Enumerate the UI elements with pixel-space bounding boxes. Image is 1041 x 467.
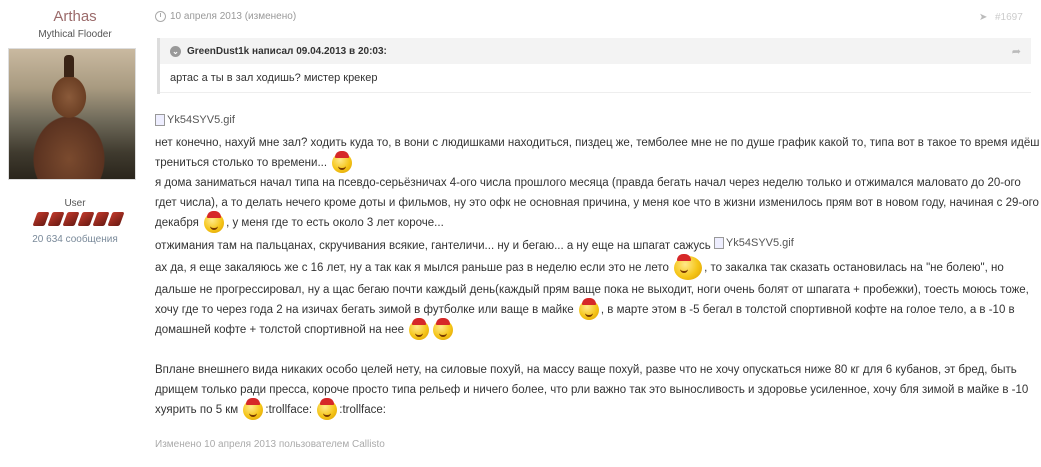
author-post-count[interactable]: 20 634 сообщения bbox=[0, 234, 150, 245]
post-line: дрищем только ради пресса, короче просто… bbox=[155, 384, 1029, 397]
jump-to-post-icon[interactable]: ➦ bbox=[1012, 45, 1021, 58]
broken-image-alt: Yk54SYV5.gif bbox=[725, 237, 794, 250]
edit-note: Изменено 10 апреля 2013 пользователем Ca… bbox=[155, 439, 385, 450]
author-name[interactable]: Arthas bbox=[0, 8, 150, 25]
post-line: Вплане внешнего вида никаких особо целей… bbox=[155, 364, 1017, 377]
quote-header: ⌄ GreenDust1k написал 09.04.2013 в 20:03… bbox=[160, 38, 1031, 64]
broken-image: Yk54SYV5.gif bbox=[713, 233, 794, 253]
broken-image-alt: Yk54SYV5.gif bbox=[167, 114, 235, 126]
share-icon[interactable]: ➤ bbox=[979, 12, 987, 23]
post-line: хуярить по 5 км bbox=[155, 404, 239, 417]
post-date-text: 10 апреля 2013 (изменено) bbox=[170, 11, 297, 22]
smiley-icon bbox=[674, 254, 703, 281]
quote-body: артас а ты в зал ходишь? мистер крекер bbox=[160, 64, 1031, 93]
post-content: Yk54SYV5.gif нет конечно, нахуй мне зал?… bbox=[155, 110, 1040, 421]
post-line: , в марте этом в -5 бегал в толстой спор… bbox=[600, 304, 1015, 317]
collapse-icon[interactable]: ⌄ bbox=[170, 45, 181, 57]
quote-citation: GreenDust1k написал 09.04.2013 в 20:03: bbox=[187, 45, 387, 57]
smiley-icon bbox=[204, 211, 225, 234]
post-line: :trollface: bbox=[265, 404, 313, 417]
post-line: декабря bbox=[155, 217, 199, 230]
post-line: хочу где то через года 2 на изичах бегат… bbox=[155, 304, 574, 317]
quote-block: ⌄ GreenDust1k написал 09.04.2013 в 20:03… bbox=[157, 38, 1031, 94]
post-line: , то закалка так сказать остановилась на… bbox=[704, 262, 1004, 275]
clock-icon bbox=[155, 11, 166, 22]
author-avatar[interactable] bbox=[8, 48, 136, 180]
trollface-icon bbox=[317, 398, 338, 421]
post-line: трениться столько то времени... bbox=[155, 157, 328, 170]
broken-image-icon bbox=[713, 237, 724, 250]
author-title: Mythical Flooder bbox=[38, 29, 112, 40]
rank-pips bbox=[28, 212, 128, 230]
post-line: :trollface: bbox=[339, 404, 386, 417]
post-number[interactable]: #1697 bbox=[995, 12, 1023, 23]
post-date[interactable]: 10 апреля 2013 (изменено) bbox=[155, 11, 296, 22]
trollface-icon bbox=[243, 398, 264, 421]
post-line: дальше не прогрессировал, ну а щас бегаю… bbox=[155, 284, 1029, 297]
smiley-icon bbox=[332, 151, 353, 173]
smiley-icon bbox=[433, 318, 454, 341]
post-line: нет конечно, нахуй мне зал? ходить куда … bbox=[155, 137, 1040, 149]
post-line: ах да, я еще закаляюсь же с 16 лет, ну а… bbox=[155, 262, 669, 275]
author-column: Arthas Mythical Flooder User 20 634 сооб… bbox=[0, 0, 150, 467]
post-line: я дома заниматься начал типа на псевдо-с… bbox=[155, 177, 1021, 190]
post-line: домашней кофте + толстой спортивной на н… bbox=[155, 324, 405, 337]
smiley-icon bbox=[578, 298, 599, 321]
post-line: , у меня где то есть около 3 лет короче.… bbox=[226, 217, 444, 230]
broken-image: Yk54SYV5.gif bbox=[155, 110, 235, 130]
broken-image-icon bbox=[155, 114, 165, 126]
post-line: отжимания там на пальцанах, скручивания … bbox=[155, 240, 711, 253]
smiley-icon bbox=[409, 318, 430, 341]
post-line: гдет числа), а то делать нечего кроме до… bbox=[155, 197, 1039, 210]
author-group: User bbox=[64, 198, 86, 209]
